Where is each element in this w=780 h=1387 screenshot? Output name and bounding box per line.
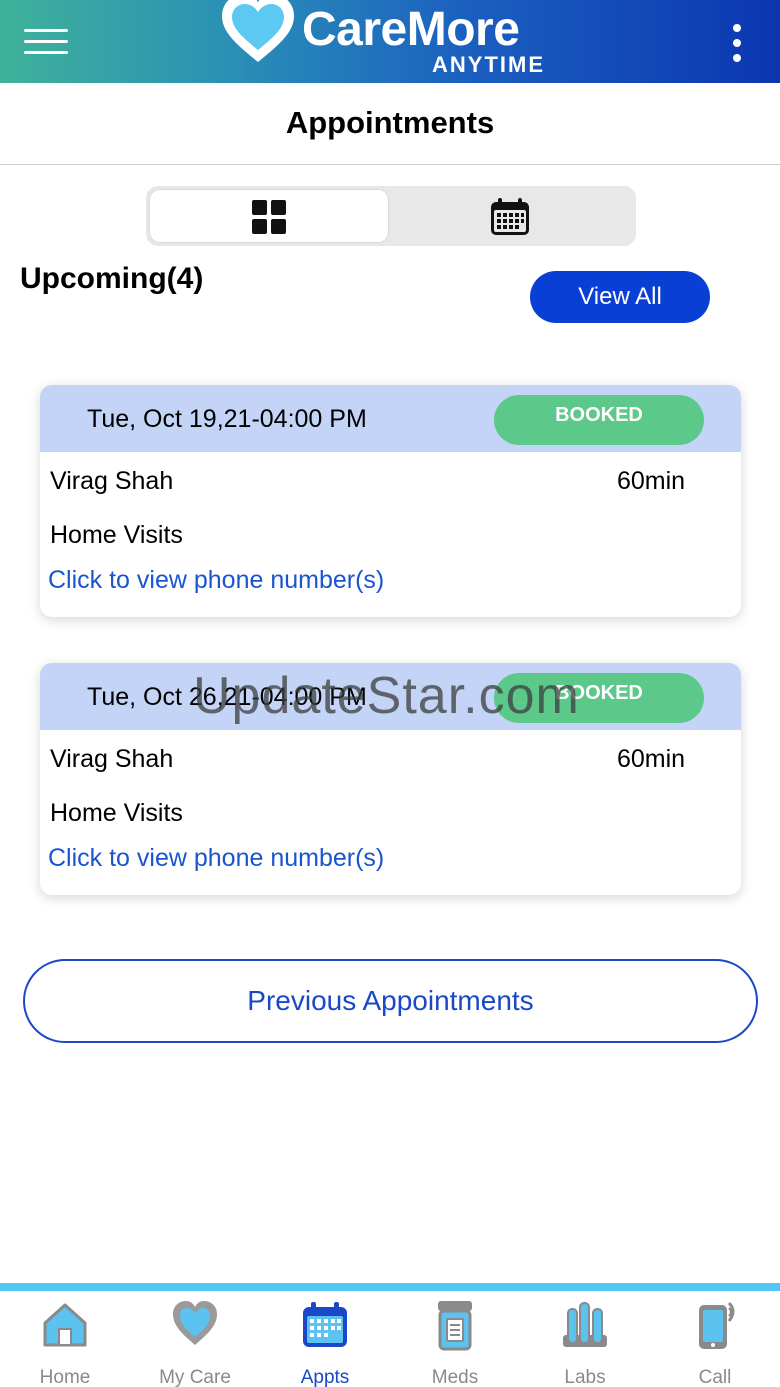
- tab-call[interactable]: Call: [650, 1299, 780, 1387]
- tab-label: Call: [698, 1367, 732, 1387]
- pill-bottle-icon: [438, 1301, 472, 1351]
- tab-labs[interactable]: Labs: [520, 1299, 650, 1387]
- calendar-icon: [491, 198, 529, 235]
- tab-label: Appts: [300, 1367, 350, 1387]
- brand-name: CareMore: [302, 3, 520, 56]
- view-toggle: [146, 186, 636, 246]
- title-bar: Appointments: [0, 83, 780, 165]
- appointment-duration: 60min: [617, 745, 686, 773]
- app-header: CareMore ANYTIME: [0, 0, 780, 83]
- appointment-duration: 60min: [617, 467, 686, 495]
- tab-label: Home: [39, 1367, 91, 1387]
- previous-appointments-button[interactable]: Previous Appointments: [23, 959, 758, 1043]
- upcoming-title: Upcoming(4): [20, 262, 204, 295]
- appointment-datetime: Tue, Oct 26,21-04:00 PM: [87, 683, 367, 711]
- tab-label: Labs: [564, 1367, 606, 1387]
- phone-icon: [699, 1301, 735, 1349]
- status-badge: BOOKED: [494, 673, 704, 723]
- provider-name: Virag Shah: [50, 467, 174, 495]
- heart-logo-icon: [222, 0, 294, 62]
- calendar-view-toggle[interactable]: [392, 190, 630, 242]
- home-icon: [43, 1303, 87, 1347]
- tab-label: Meds: [431, 1367, 479, 1387]
- page-title: Appointments: [285, 105, 495, 140]
- tab-my-care[interactable]: My Care: [130, 1299, 260, 1387]
- provider-name: Virag Shah: [50, 745, 174, 773]
- grid-icon: [252, 200, 286, 234]
- visit-type: Home Visits: [50, 521, 183, 549]
- tab-home[interactable]: Home: [0, 1299, 130, 1387]
- calendar-icon: [303, 1302, 347, 1347]
- menu-icon[interactable]: [24, 27, 68, 57]
- tab-meds[interactable]: Meds: [390, 1299, 520, 1387]
- appointment-card[interactable]: Tue, Oct 19,21-04:00 PM BOOKED Virag Sha…: [40, 385, 741, 617]
- tab-appts[interactable]: Appts: [260, 1299, 390, 1387]
- appointment-card-header: Tue, Oct 26,21-04:00 PM BOOKED: [40, 663, 741, 730]
- brand-subtitle: ANYTIME: [432, 52, 545, 77]
- heart-icon: [173, 1301, 217, 1345]
- test-tubes-icon: [563, 1302, 607, 1347]
- view-phone-link[interactable]: Click to view phone number(s): [48, 844, 384, 873]
- status-badge: BOOKED: [494, 395, 704, 445]
- visit-type: Home Visits: [50, 799, 183, 827]
- more-options-icon[interactable]: [728, 22, 746, 64]
- grid-view-toggle[interactable]: [150, 190, 388, 242]
- view-phone-link[interactable]: Click to view phone number(s): [48, 566, 384, 595]
- appointment-card-header: Tue, Oct 19,21-04:00 PM BOOKED: [40, 385, 741, 452]
- view-all-button[interactable]: View All: [530, 271, 710, 323]
- bottom-tab-bar: Home My Care Appts Meds Labs Call: [0, 1283, 780, 1387]
- appointment-datetime: Tue, Oct 19,21-04:00 PM: [87, 405, 367, 433]
- brand-logo: CareMore ANYTIME: [218, 0, 568, 83]
- tab-label: My Care: [159, 1367, 231, 1387]
- appointment-card[interactable]: Tue, Oct 26,21-04:00 PM BOOKED Virag Sha…: [40, 663, 741, 895]
